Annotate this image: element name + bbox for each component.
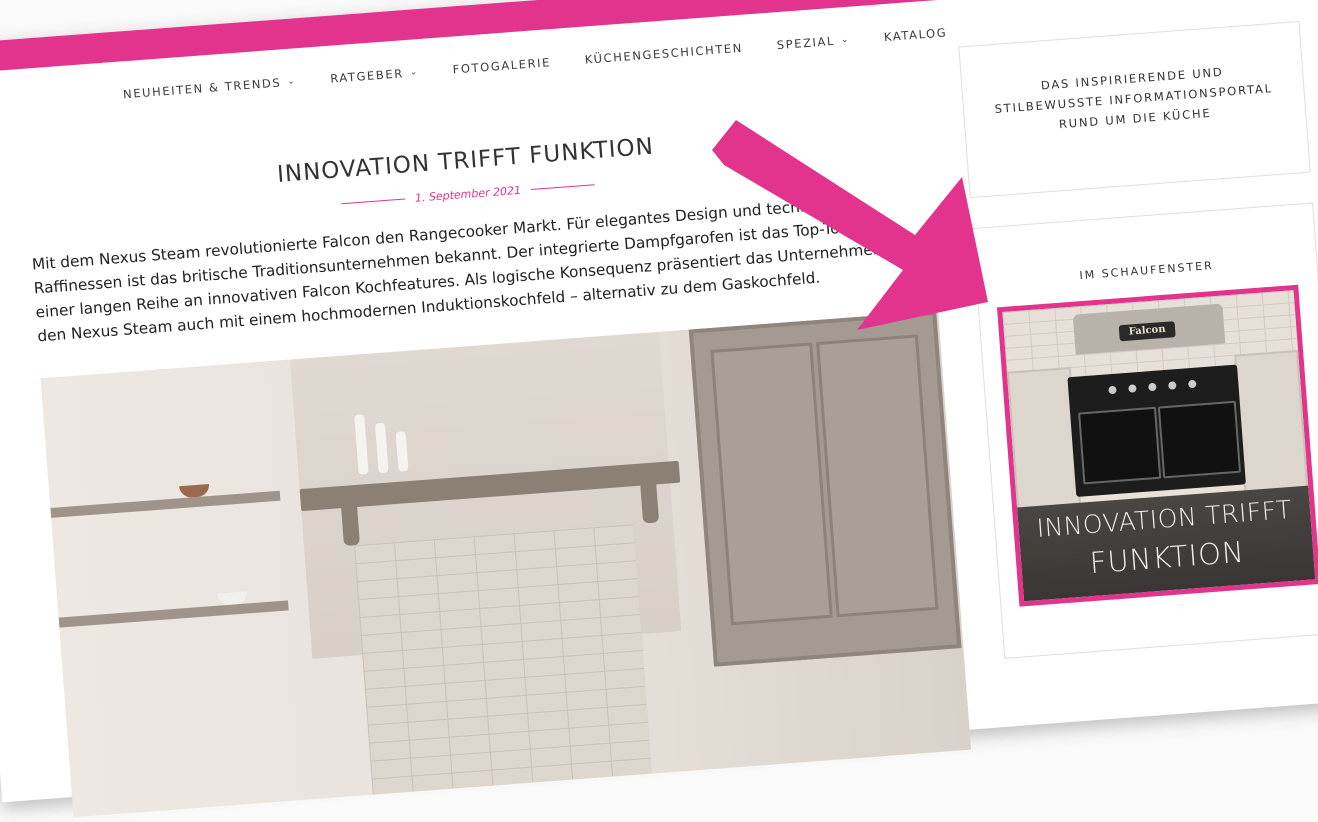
arrow-shape	[712, 120, 988, 330]
arrow-icon	[712, 120, 988, 330]
